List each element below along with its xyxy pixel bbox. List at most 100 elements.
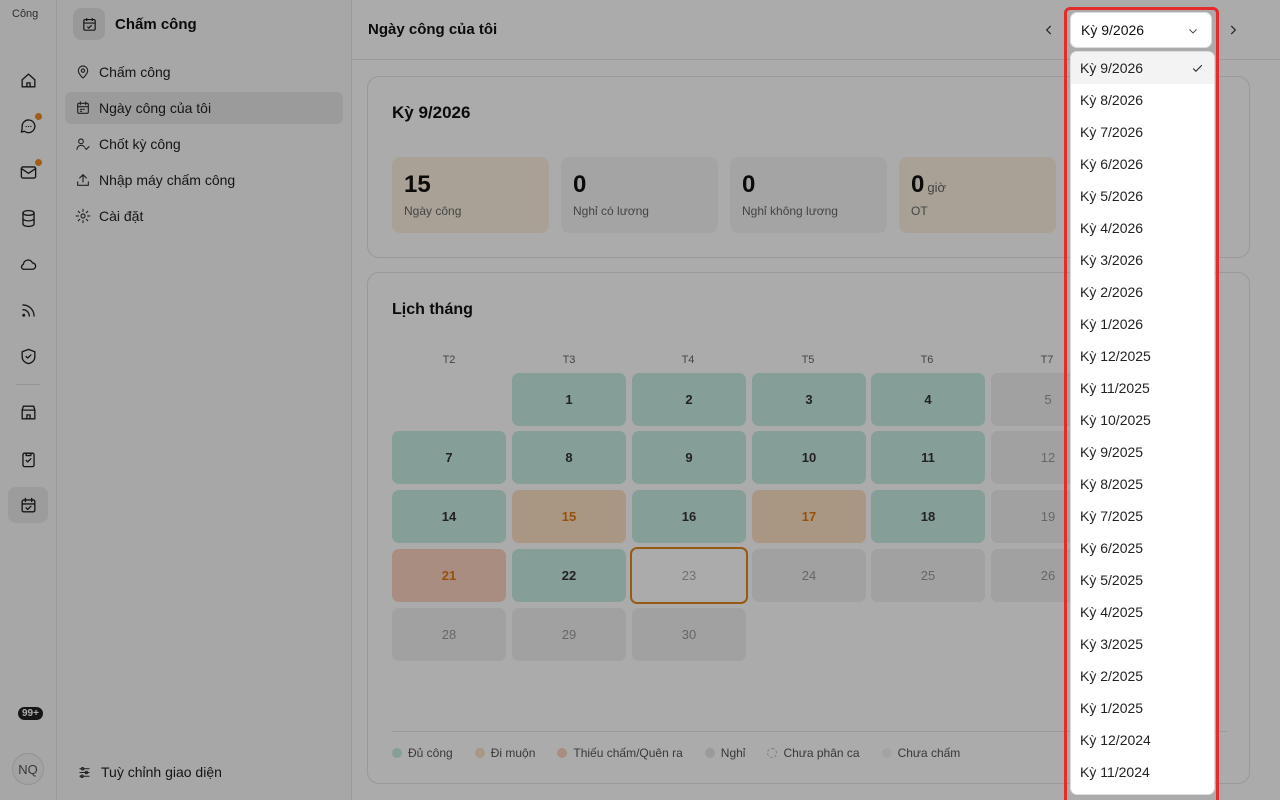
period-option[interactable]: Kỳ 12/2024 xyxy=(1071,724,1214,756)
calendar-day[interactable]: 25 xyxy=(871,549,985,602)
period-option[interactable]: Kỳ 9/2026 xyxy=(1071,52,1214,84)
customize-ui-button[interactable]: Tuỳ chỉnh giao diện xyxy=(77,764,222,780)
calendar-day[interactable]: 1 xyxy=(512,373,626,426)
option-label: Kỳ 6/2026 xyxy=(1080,156,1144,172)
option-label: Kỳ 9/2025 xyxy=(1080,444,1144,460)
period-option[interactable]: Kỳ 3/2025 xyxy=(1071,628,1214,660)
shield-icon[interactable] xyxy=(14,342,42,370)
legend-label: Thiếu chấm/Quên ra xyxy=(573,746,683,760)
rss-icon[interactable] xyxy=(14,296,42,324)
calendar-day[interactable]: 17 xyxy=(752,490,866,543)
calendar-day[interactable]: 10 xyxy=(752,431,866,484)
user-check-icon xyxy=(76,138,90,150)
period-option[interactable]: Kỳ 2/2026 xyxy=(1071,276,1214,308)
option-label: Kỳ 9/2026 xyxy=(1080,60,1144,76)
calendar-day[interactable]: 24 xyxy=(752,549,866,602)
option-label: Kỳ 12/2024 xyxy=(1080,732,1151,748)
calendar-day[interactable]: 2 xyxy=(632,373,746,426)
period-option[interactable]: Kỳ 5/2025 xyxy=(1071,564,1214,596)
calendar-day[interactable]: 16 xyxy=(632,490,746,543)
location-icon xyxy=(77,65,89,79)
calendar-day[interactable]: 11 xyxy=(871,431,985,484)
period-option[interactable]: Kỳ 7/2025 xyxy=(1071,500,1214,532)
sidebar: Chấm công Chấm công Ngày công của tôi Ch… xyxy=(57,0,352,800)
sidebar-header: Chấm công xyxy=(73,8,197,40)
period-option[interactable]: Kỳ 4/2025 xyxy=(1071,596,1214,628)
next-period-button[interactable] xyxy=(1223,20,1243,40)
chevron-right-icon xyxy=(1230,25,1237,35)
legend-item: Đi muộn xyxy=(474,746,535,760)
period-option[interactable]: Kỳ 1/2025 xyxy=(1071,692,1214,724)
period-option[interactable]: Kỳ 11/2024 xyxy=(1071,756,1214,788)
sidebar-item-label: Chốt kỳ công xyxy=(99,136,181,152)
calendar-check-icon[interactable] xyxy=(8,487,48,523)
period-option[interactable]: Kỳ 9/2025 xyxy=(1071,436,1214,468)
calendar-day[interactable]: 9 xyxy=(632,431,746,484)
weekday-header: T2 xyxy=(442,354,456,366)
cloud-icon[interactable] xyxy=(14,250,42,278)
period-option[interactable]: Kỳ 5/2026 xyxy=(1071,180,1214,212)
notification-dot xyxy=(35,159,42,166)
legend-item: Nghỉ xyxy=(704,746,745,760)
period-option[interactable]: Kỳ 2/2025 xyxy=(1071,660,1214,692)
option-label: Kỳ 3/2026 xyxy=(1080,252,1144,268)
sidebar-item-nhap-may[interactable]: Nhập máy chấm công xyxy=(65,164,343,196)
legend-label: Chưa chấm xyxy=(897,746,961,760)
period-select[interactable]: Kỳ 9/2026 xyxy=(1070,12,1212,48)
period-option[interactable]: Kỳ 4/2026 xyxy=(1071,212,1214,244)
calendar-day[interactable]: 4 xyxy=(871,373,985,426)
calendar-day[interactable]: 21 xyxy=(392,549,506,602)
period-option[interactable]: Kỳ 6/2026 xyxy=(1071,148,1214,180)
calendar-day[interactable]: 14 xyxy=(392,490,506,543)
option-label: Kỳ 1/2026 xyxy=(1080,316,1144,332)
period-option[interactable]: Kỳ 3/2026 xyxy=(1071,244,1214,276)
calendar-day[interactable]: 7 xyxy=(392,431,506,484)
stat-ot: 0 giờ OT xyxy=(899,157,1056,233)
period-option[interactable]: Kỳ 6/2025 xyxy=(1071,532,1214,564)
clipboard-icon[interactable] xyxy=(14,445,42,473)
database-icon[interactable] xyxy=(14,204,42,232)
sidebar-item-cham-cong[interactable]: Chấm công xyxy=(65,56,343,88)
sidebar-item-chot-ky-cong[interactable]: Chốt kỳ công xyxy=(65,128,343,160)
option-label: Kỳ 10/2025 xyxy=(1080,412,1151,428)
option-label: Kỳ 4/2025 xyxy=(1080,604,1144,620)
period-option[interactable]: Kỳ 10/2025 xyxy=(1071,404,1214,436)
avatar[interactable]: NQ xyxy=(12,753,44,785)
rail-divider xyxy=(16,384,40,385)
legend-label: Đủ công xyxy=(408,746,453,760)
mail-icon[interactable] xyxy=(14,158,42,186)
stat-value: 0 xyxy=(911,171,925,198)
app-logo[interactable]: Công xyxy=(12,8,44,40)
period-option[interactable]: Kỳ 1/2026 xyxy=(1071,308,1214,340)
calendar-day[interactable]: 8 xyxy=(512,431,626,484)
prev-period-button[interactable] xyxy=(1039,20,1059,40)
legend-swatch xyxy=(881,748,892,758)
home-icon[interactable] xyxy=(14,66,42,94)
period-option[interactable]: Kỳ 7/2026 xyxy=(1071,116,1214,148)
legend-item: Chưa chấm xyxy=(881,746,961,760)
calendar-day[interactable]: 15 xyxy=(512,490,626,543)
calendar-day-today[interactable]: 23 xyxy=(630,547,748,604)
sidebar-item-cai-dat[interactable]: Cài đặt xyxy=(65,200,343,232)
period-option[interactable]: Kỳ 11/2025 xyxy=(1071,372,1214,404)
period-option[interactable]: Kỳ 8/2026 xyxy=(1071,84,1214,116)
legend-swatch xyxy=(474,748,485,758)
calendar-day[interactable]: 29 xyxy=(512,608,626,661)
calendar-icon xyxy=(77,101,89,114)
calendar-day[interactable]: 28 xyxy=(392,608,506,661)
period-dropdown-menu: Kỳ 9/2026 Kỳ 8/2026 Kỳ 7/2026 Kỳ 6/2026 … xyxy=(1070,51,1215,795)
option-label: Kỳ 2/2026 xyxy=(1080,284,1144,300)
sidebar-item-ngay-cong[interactable]: Ngày công của tôi xyxy=(65,92,343,124)
chat-icon[interactable] xyxy=(14,112,42,140)
calendar-day[interactable]: 30 xyxy=(632,608,746,661)
calendar-day[interactable]: 18 xyxy=(871,490,985,543)
calendar-day[interactable]: 22 xyxy=(512,549,626,602)
stat-label: OT xyxy=(911,204,928,218)
legend-item: Chưa phân ca xyxy=(767,746,860,760)
store-icon[interactable] xyxy=(14,398,42,426)
period-option[interactable]: Kỳ 8/2025 xyxy=(1071,468,1214,500)
calendar-day[interactable]: 3 xyxy=(752,373,866,426)
option-label: Kỳ 7/2026 xyxy=(1080,124,1144,140)
option-label: Kỳ 11/2024 xyxy=(1080,764,1150,780)
period-option[interactable]: Kỳ 12/2025 xyxy=(1071,340,1214,372)
